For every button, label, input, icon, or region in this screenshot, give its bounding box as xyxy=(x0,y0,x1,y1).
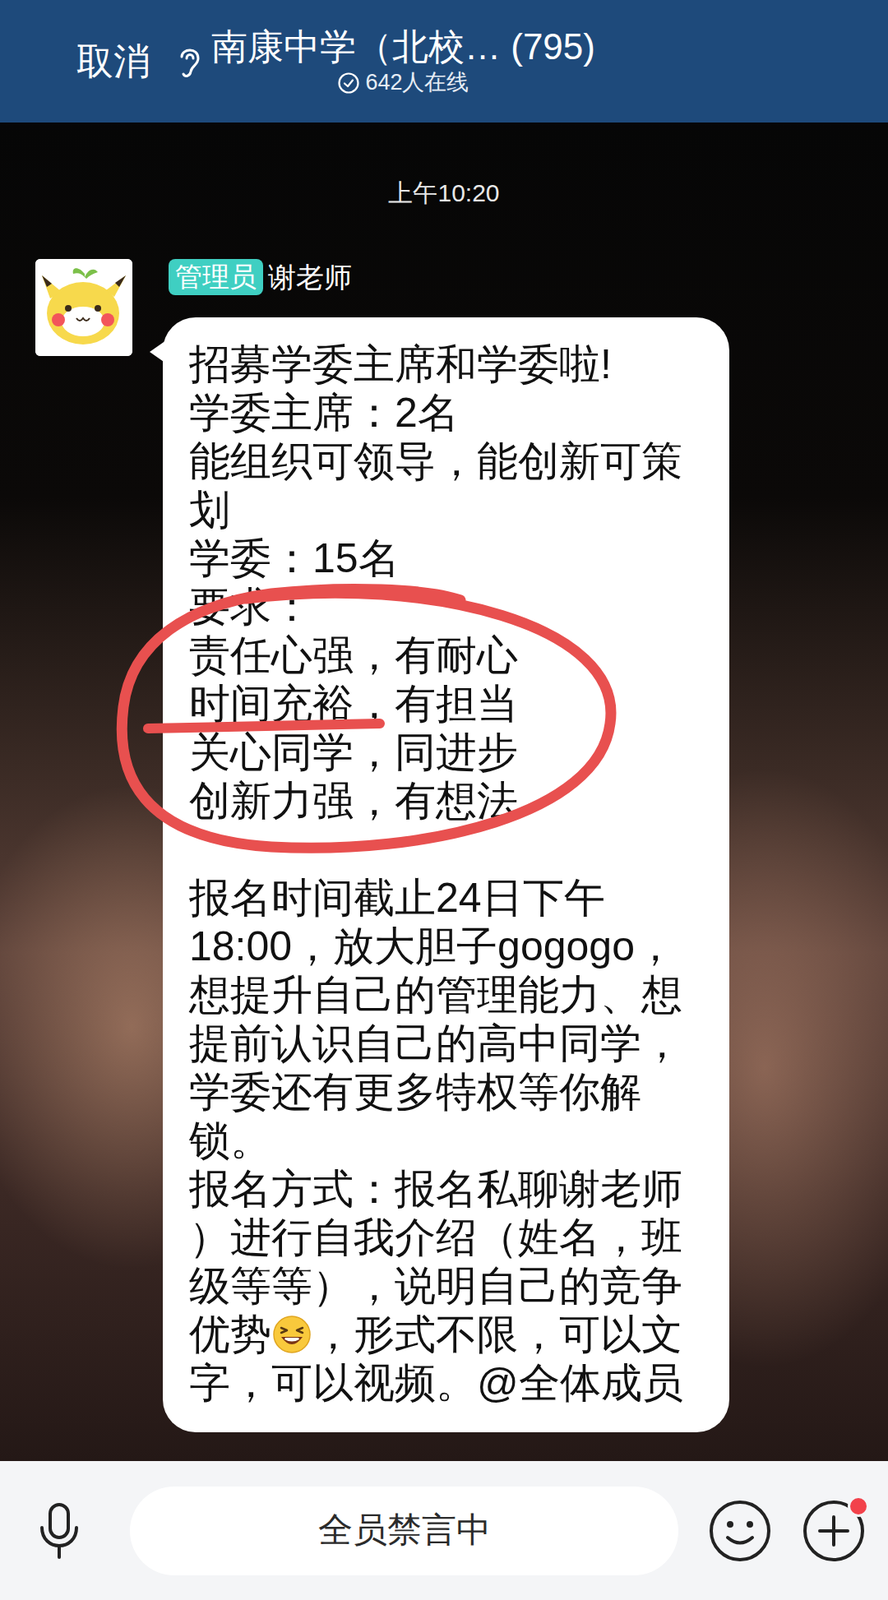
online-count: 642人在线 xyxy=(365,68,469,98)
message-line: 责任心强，有耐心 xyxy=(189,631,715,680)
message-paragraph: 招募学委主席和学委啦!学委主席：2名能组织可领导，能创新可策划学委：15名要求：… xyxy=(189,340,715,826)
message-line: ）进行自我介绍（姓名，班 xyxy=(189,1213,715,1263)
message-line: 想提升自己的管理能力、想 xyxy=(189,971,715,1020)
microphone-icon[interactable] xyxy=(36,1501,83,1561)
message-text: 学委：15名 xyxy=(189,535,400,582)
message-text: 想提升自己的管理能力、想 xyxy=(189,971,683,1018)
message-text: 18:00，放大胆子gogogo， xyxy=(189,923,676,970)
laughing-emoji-icon xyxy=(271,1313,313,1356)
cancel-button[interactable]: 取消 xyxy=(76,39,151,84)
input-bar: 全员禁言中 xyxy=(0,1461,888,1600)
message-text: 关心同学，同进步 xyxy=(189,729,518,776)
message-text: 责任心强，有耐心 xyxy=(189,632,518,679)
message-row: 管理员谢老师招募学委主席和学委啦!学委主席：2名能组织可领导，能创新可策划学委：… xyxy=(0,259,888,1433)
message-text: 招募学委主席和学委啦! xyxy=(189,341,612,388)
message-text: 时间充裕，有担当 xyxy=(189,680,518,727)
message-line: 级等等），说明自己的竞争 xyxy=(189,1262,715,1311)
message-line: 要求： xyxy=(189,582,715,632)
online-check-icon xyxy=(337,71,361,95)
message-time: 上午10:20 xyxy=(0,122,888,209)
message-line: 学委主席：2名 xyxy=(189,388,715,438)
chat-area: 上午10:20 管理员谢老师招募学委主席和学委啦!学委主席：2名能组织可领导，能创… xyxy=(0,122,888,1462)
notification-dot xyxy=(847,1495,870,1517)
message-bubble[interactable]: 招募学委主席和学委啦!学委主席：2名能组织可领导，能创新可策划学委：15名要求：… xyxy=(162,317,730,1433)
message-line: 创新力强，有想法 xyxy=(189,777,715,826)
message-line: 18:00，放大胆子gogogo， xyxy=(189,922,715,972)
message-input: 全员禁言中 xyxy=(129,1486,679,1576)
message-text: 划 xyxy=(189,486,231,533)
message-text: 字，可以视频。@全体成员 xyxy=(189,1359,684,1406)
message-line: 锁。 xyxy=(189,1116,715,1166)
message-line: 提前认识自己的高中同学， xyxy=(189,1019,715,1069)
message-column: 管理员谢老师招募学委主席和学委啦!学委主席：2名能组织可领导，能创新可策划学委：… xyxy=(168,259,730,1433)
sender-line: 管理员谢老师 xyxy=(168,259,730,296)
sender-name: 谢老师 xyxy=(268,259,352,296)
message-line: 关心同学，同进步 xyxy=(189,728,715,777)
chat-screen: 取消 南康中学（北校… (795)642人在线上午10:20 管理员谢老师招募学委主… xyxy=(0,0,888,1600)
admin-badge: 管理员 xyxy=(168,259,264,296)
message-line: 能组织可领导，能创新可策 xyxy=(189,437,715,486)
message-line: 报名时间截止24日下午 xyxy=(189,874,715,923)
emoji-icon[interactable] xyxy=(707,1498,773,1564)
message-text: 创新力强，有想法 xyxy=(189,777,518,824)
message-text: 学委还有更多特权等你解 xyxy=(189,1068,642,1115)
message-text: ，形式不限，可以文 xyxy=(312,1311,683,1358)
message-line: 字，可以视频。@全体成员 xyxy=(189,1359,715,1408)
message-paragraph: 报名时间截止24日下午18:00，放大胆子gogogo，想提升自己的管理能力、想… xyxy=(189,874,715,1408)
plus-button[interactable] xyxy=(801,1498,866,1564)
message-text: 优势 xyxy=(189,1311,272,1358)
message-line: 学委还有更多特权等你解 xyxy=(189,1068,715,1117)
muted-notice: 全员禁言中 xyxy=(318,1509,491,1551)
earpiece-icon[interactable] xyxy=(175,43,204,80)
red-circle-annotation xyxy=(0,0,888,1600)
message-line: 学委：15名 xyxy=(189,534,715,583)
sender-avatar[interactable] xyxy=(35,259,133,357)
message-text: 报名方式：报名私聊谢老师 xyxy=(189,1165,683,1212)
header-title-block: 南康中学（北校… (795)642人在线 xyxy=(211,25,596,98)
message-line: 报名方式：报名私聊谢老师 xyxy=(189,1165,715,1214)
message-text: 学委主席：2名 xyxy=(189,389,459,436)
message-text: 能组织可领导，能创新可策 xyxy=(189,438,683,485)
message-text: 锁。 xyxy=(189,1117,272,1164)
online-status: 642人在线 xyxy=(337,68,469,98)
message-line: 划 xyxy=(189,485,715,535)
message-text: 报名时间截止24日下午 xyxy=(189,874,606,921)
message-text: ）进行自我介绍（姓名，班 xyxy=(189,1214,683,1261)
header-bar: 取消 南康中学（北校… (795)642人在线 xyxy=(0,0,888,123)
message-text: 级等等），说明自己的竞争 xyxy=(189,1262,683,1309)
message-text: 提前认识自己的高中同学， xyxy=(189,1020,683,1067)
message-line: 优势 ，形式不限，可以文 xyxy=(189,1310,715,1360)
message-line: 招募学委主席和学委啦! xyxy=(189,340,715,389)
pikachu-avatar-icon xyxy=(35,259,133,357)
group-title: 南康中学（北校… (795) xyxy=(211,25,596,70)
message-line: 时间充裕，有担当 xyxy=(189,679,715,729)
message-text: 要求： xyxy=(189,583,313,630)
